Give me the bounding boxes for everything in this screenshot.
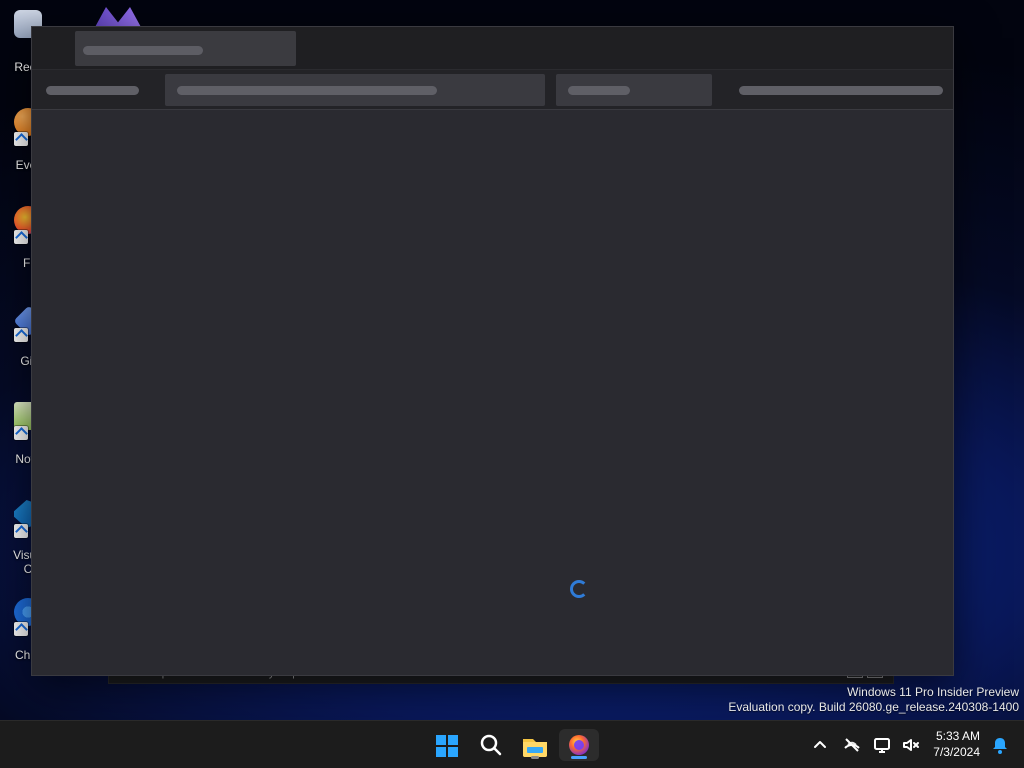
search-icon — [480, 734, 502, 756]
windows-watermark: Windows 11 Pro Insider Preview Evaluatio… — [689, 685, 1019, 715]
taskbar-clock[interactable]: 5:33 AM 7/3/2024 — [900, 728, 980, 760]
taskbar-running-indicator — [531, 756, 539, 759]
shortcut-arrow-icon — [14, 622, 28, 636]
display-icon — [874, 738, 890, 753]
content-area — [32, 110, 953, 675]
title-bar[interactable] — [32, 27, 953, 70]
taskbar: 5:33 AM 7/3/2024 — [0, 720, 1024, 768]
taskbar-time: 5:33 AM — [935, 729, 980, 743]
taskbar-active-indicator — [571, 756, 587, 759]
tray-overflow-button[interactable] — [808, 733, 832, 757]
app-window-loading[interactable] — [31, 26, 954, 676]
loading-spinner-icon — [570, 580, 588, 598]
taskbar-search-button[interactable] — [471, 729, 511, 761]
windows-start-icon — [436, 735, 458, 757]
shortcut-arrow-icon — [14, 328, 28, 342]
shortcut-arrow-icon — [14, 132, 28, 146]
bell-icon — [993, 738, 1007, 754]
tab-loading[interactable] — [75, 31, 296, 66]
tab-title-skeleton — [83, 46, 203, 55]
network-icon — [844, 738, 860, 752]
toolbar-skeleton-left — [46, 86, 139, 95]
tray-display[interactable] — [870, 733, 894, 757]
toolbar-skeleton-input-text — [177, 86, 437, 95]
toolbar-loading — [32, 70, 953, 110]
shortcut-arrow-icon — [14, 426, 28, 440]
taskbar-file-explorer-button[interactable] — [515, 729, 555, 761]
taskbar-date: 7/3/2024 — [933, 745, 980, 759]
shortcut-arrow-icon — [14, 524, 28, 538]
toolbar-skeleton-dropdown-text — [568, 86, 630, 95]
taskbar-firefox-button[interactable] — [559, 729, 599, 761]
chevron-up-icon — [814, 741, 826, 748]
watermark-line-1: Windows 11 Pro Insider Preview — [847, 685, 1019, 699]
tray-notifications[interactable] — [988, 733, 1012, 757]
tray-network[interactable] — [840, 733, 864, 757]
taskbar-start-button[interactable] — [427, 729, 467, 761]
shortcut-arrow-icon — [14, 230, 28, 244]
toolbar-skeleton-right — [739, 86, 943, 95]
watermark-line-2: Evaluation copy. Build 26080.ge_release.… — [728, 700, 1019, 714]
